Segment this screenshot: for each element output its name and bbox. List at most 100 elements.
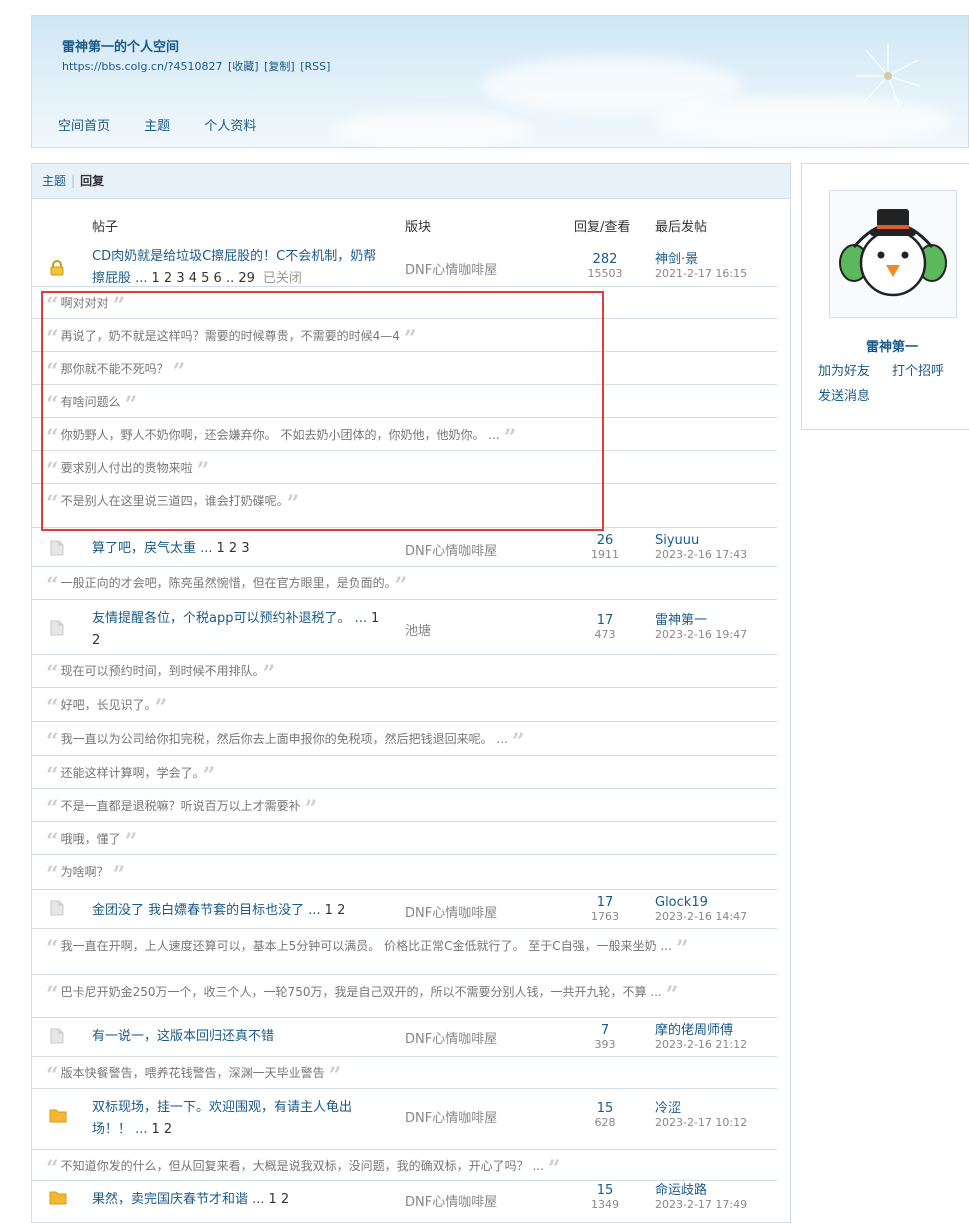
quote-open-icon: “ bbox=[46, 829, 59, 855]
topic-forum-link[interactable]: DNF心情咖啡屋 bbox=[405, 259, 497, 278]
topic-title-text[interactable]: 双标现场，挂一下。欢迎围观，有请主人龟出场！！ ... bbox=[92, 1100, 352, 1137]
topic-title-link[interactable]: 算了吧，戾气太重 ... 1 2 3 bbox=[92, 538, 387, 560]
reply-quote-row: “哦哦，懂了” bbox=[32, 822, 777, 855]
reply-quote-text[interactable]: 那你就不能不死吗？ bbox=[61, 362, 169, 376]
reply-quote-text[interactable]: 我一直以为公司给你扣完税，然后你去上面申报你的免税项，然后把钱退回来呢。 ... bbox=[61, 732, 508, 746]
quote-close-icon: ” bbox=[511, 729, 525, 755]
profile-sidebar: 雷神第一 加为好友 打个招呼 发送消息 bbox=[801, 163, 969, 430]
reply-quote-text[interactable]: 要求别人付出的贵物来啦 bbox=[61, 461, 193, 475]
topic-row[interactable]: CD肉奶就是给垃圾C擦屁股的！C不会机制，奶帮擦屁股 ... 1 2 3 4 5 … bbox=[32, 234, 777, 287]
greet-link[interactable]: 打个招呼 bbox=[892, 360, 944, 379]
topic-title-link[interactable]: CD肉奶就是给垃圾C擦屁股的！C不会机制，奶帮擦屁股 ... 1 2 3 4 5 … bbox=[92, 246, 387, 290]
topic-status: 已关闭 bbox=[262, 271, 302, 286]
rss-link[interactable]: [RSS] bbox=[300, 60, 330, 73]
topic-pages[interactable]: 1 2 3 bbox=[217, 541, 250, 556]
reply-count[interactable]: 17 bbox=[572, 895, 638, 911]
topic-row[interactable]: 双标现场，挂一下。欢迎围观，有请主人龟出场！！ ... 1 2 DNF心情咖啡屋 15… bbox=[32, 1089, 777, 1150]
reply-count[interactable]: 26 bbox=[572, 533, 638, 549]
avatar[interactable] bbox=[829, 190, 957, 318]
profile-name[interactable]: 雷神第一 bbox=[802, 336, 969, 355]
reply-count[interactable]: 17 bbox=[572, 613, 638, 629]
reply-quote-text[interactable]: 哦哦，懂了 bbox=[61, 832, 121, 846]
topic-row[interactable]: 果然，卖完国庆春节才和谐 ... 1 2 DNF心情咖啡屋 15 1349 命运歧路 202… bbox=[32, 1181, 777, 1222]
topic-row[interactable]: 友情提醒各位，个税app可以预约补退税了。 ... 1 2 池塘 17 473 雷神第一 2… bbox=[32, 600, 777, 655]
topic-title-link[interactable]: 双标现场，挂一下。欢迎围观，有请主人龟出场！！ ... 1 2 bbox=[92, 1097, 387, 1141]
topic-title-text[interactable]: 友情提醒各位，个税app可以预约补退税了。 ... bbox=[92, 611, 367, 626]
topic-forum-link[interactable]: DNF心情咖啡屋 bbox=[405, 902, 497, 921]
topic-title-text[interactable]: 果然，卖完国庆春节才和谐 ... bbox=[92, 1192, 265, 1207]
topic-title-link[interactable]: 果然，卖完国庆春节才和谐 ... 1 2 bbox=[92, 1189, 387, 1211]
reply-count[interactable]: 7 bbox=[572, 1023, 638, 1039]
tab-topics[interactable]: 主题 bbox=[42, 174, 66, 188]
topic-forum-link[interactable]: DNF心情咖啡屋 bbox=[405, 1107, 497, 1126]
quote-open-icon: “ bbox=[46, 458, 59, 484]
view-count: 1911 bbox=[591, 548, 619, 561]
reply-quote-text[interactable]: 为啥啊？ bbox=[61, 865, 109, 879]
reply-quote-text[interactable]: 不是别人在这里说三道四，谁会打奶碟呢。 bbox=[61, 494, 283, 508]
topic-title-text[interactable]: 算了吧，戾气太重 ... bbox=[92, 541, 213, 556]
reply-quote-text[interactable]: 你奶野人，野人不奶你啊，还会嫌弃你。 不如去奶小团体的，你奶他，他奶你。 ... bbox=[61, 428, 500, 442]
reply-quote-text[interactable]: 再说了，奶不就是这样吗？需要的时候尊贵，不需要的时候4—4 bbox=[61, 329, 400, 343]
topic-pages[interactable]: 1 2 bbox=[152, 1122, 173, 1137]
view-count: 473 bbox=[594, 628, 616, 641]
quote-open-icon: “ bbox=[46, 982, 59, 1008]
last-post-user[interactable]: 雷神第一 bbox=[655, 613, 747, 629]
nav-profile[interactable]: 个人资料 bbox=[204, 119, 256, 134]
topic-pages[interactable]: 1 2 3 4 5 6 .. 29 bbox=[152, 271, 255, 286]
reply-quote-text[interactable]: 我一直在开啊，上人速度还算可以，基本上5分钟可以满员。 价格比正常C金低就行了。… bbox=[61, 939, 672, 953]
last-post-user[interactable]: 冷涩 bbox=[655, 1101, 747, 1117]
reply-quote-text[interactable]: 不知道你发的什么，但从回复来看，大概是说我双标，没问题，我的确双标，开心了吗？ … bbox=[61, 1159, 544, 1173]
topic-pages[interactable]: 1 2 bbox=[325, 903, 346, 918]
topic-row[interactable]: 算了吧，戾气太重 ... 1 2 3 DNF心情咖啡屋 26 1911 Siyuuu 202… bbox=[32, 528, 777, 567]
space-url-link[interactable]: https://bbs.colg.cn/?4510827 bbox=[62, 60, 223, 73]
reply-count[interactable]: 15 bbox=[572, 1101, 638, 1117]
send-message-link[interactable]: 发送消息 bbox=[818, 385, 870, 404]
quote-close-icon: ” bbox=[328, 1063, 342, 1089]
last-post-user[interactable]: 摩的佬周师傅 bbox=[655, 1023, 747, 1039]
topic-title-link[interactable]: 有一说一，这版本回归还真不错 bbox=[92, 1026, 387, 1048]
last-post-user[interactable]: Siyuuu bbox=[655, 533, 747, 549]
topic-title-text[interactable]: 金团没了 我白嫖春节套的目标也没了 ... bbox=[92, 903, 321, 918]
quote-close-icon: ” bbox=[112, 862, 126, 888]
reply-quote-text[interactable]: 巴卡尼开奶金250万一个，收三个人，一轮750万，我是自己双开的，所以不需要分别… bbox=[61, 985, 662, 999]
topic-forum-link[interactable]: DNF心情咖啡屋 bbox=[405, 1191, 497, 1210]
reply-quote-text[interactable]: 版本快餐警告，喂养花钱警告，深渊一天毕业警告 bbox=[61, 1066, 325, 1080]
topic-forum-link[interactable]: DNF心情咖啡屋 bbox=[405, 1028, 497, 1047]
nav-topics[interactable]: 主题 bbox=[144, 119, 170, 134]
favorite-link[interactable]: [收藏] bbox=[228, 60, 259, 73]
reply-quote-row: “我一直在开啊，上人速度还算可以，基本上5分钟可以满员。 价格比正常C金低就行了… bbox=[32, 928, 777, 975]
topic-title-link[interactable]: 友情提醒各位，个税app可以预约补退税了。 ... 1 2 bbox=[92, 608, 387, 652]
topic-row[interactable]: 有一说一，这版本回归还真不错 DNF心情咖啡屋 7 393 摩的佬周师傅 2023-2-1… bbox=[32, 1018, 777, 1057]
last-post-user[interactable]: Glock19 bbox=[655, 895, 747, 911]
reply-quote-text[interactable]: 一般正向的才会吧，陈亮虽然惋惜，但在官方眼里，是负面的。 bbox=[61, 576, 391, 590]
last-post-user[interactable]: 神剑·景 bbox=[655, 252, 747, 268]
reply-count[interactable]: 282 bbox=[572, 252, 638, 268]
view-count: 1349 bbox=[591, 1198, 619, 1211]
reply-quote-text[interactable]: 不是一直都是退税嘛？听说百万以上才需要补 bbox=[61, 799, 301, 813]
add-friend-link[interactable]: 加为好友 bbox=[818, 360, 870, 379]
reply-view-count: 17 1763 bbox=[572, 895, 638, 923]
space-title[interactable]: 雷神第一的个人空间 bbox=[62, 36, 179, 55]
copy-link[interactable]: [复制] bbox=[264, 60, 295, 73]
reply-count[interactable]: 15 bbox=[572, 1183, 638, 1199]
tab-replies[interactable]: 回复 bbox=[80, 174, 104, 188]
topic-row[interactable]: 金团没了 我白嫖春节套的目标也没了 ... 1 2 DNF心情咖啡屋 17 1763 Gl… bbox=[32, 890, 777, 929]
reply-quote-text[interactable]: 有啥问题么 bbox=[61, 395, 121, 409]
reply-quote-text[interactable]: 还能这样计算啊，学会了。 bbox=[61, 766, 199, 780]
topic-title-text[interactable]: 有一说一，这版本回归还真不错 bbox=[92, 1029, 274, 1044]
reply-quote-text[interactable]: 现在可以预约时间，到时候不用排队。 bbox=[61, 664, 259, 678]
quote-close-icon: ” bbox=[124, 829, 138, 855]
reply-quote-row: “巴卡尼开奶金250万一个，收三个人，一轮750万，我是自己双开的，所以不需要分… bbox=[32, 975, 777, 1018]
topic-forum-link[interactable]: DNF心情咖啡屋 bbox=[405, 540, 497, 559]
last-post-user[interactable]: 命运歧路 bbox=[655, 1183, 747, 1199]
reply-quote-row: “不知道你发的什么，但从回复来看，大概是说我双标，没问题，我的确双标，开心了吗？… bbox=[32, 1149, 777, 1181]
reply-quote-text[interactable]: 好吧，长见识了。 bbox=[61, 698, 151, 712]
topic-pages[interactable]: 1 2 bbox=[269, 1192, 290, 1207]
space-header: 雷神第一的个人空间 https://bbs.colg.cn/?4510827 [… bbox=[31, 15, 969, 148]
nav-home[interactable]: 空间首页 bbox=[58, 119, 110, 134]
quote-open-icon: “ bbox=[46, 695, 59, 721]
cloud-decoration bbox=[332, 111, 532, 147]
topic-title-link[interactable]: 金团没了 我白嫖春节套的目标也没了 ... 1 2 bbox=[92, 900, 387, 922]
reply-quote-text[interactable]: 啊对对对 bbox=[61, 296, 109, 310]
topic-forum-link[interactable]: 池塘 bbox=[405, 620, 431, 639]
